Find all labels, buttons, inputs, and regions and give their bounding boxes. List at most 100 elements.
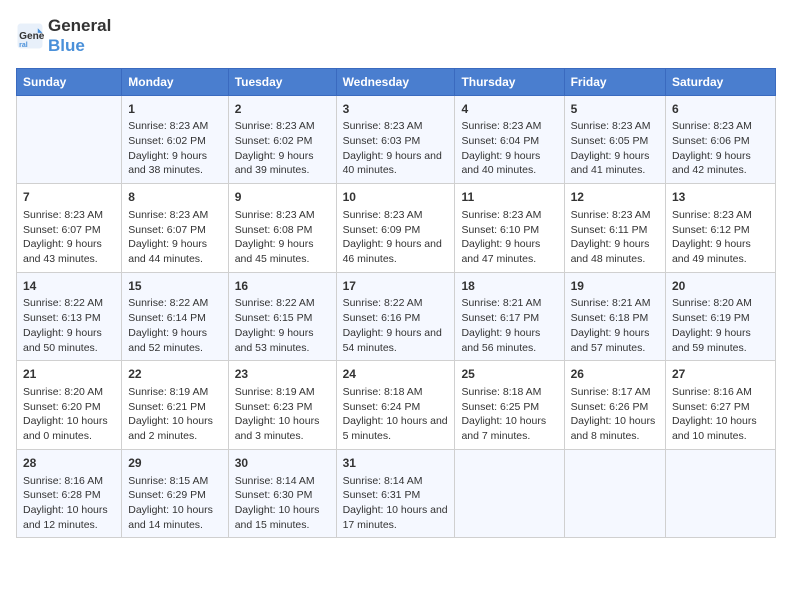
cell-info: Sunrise: 8:15 AMSunset: 6:29 PMDaylight:… [128, 474, 221, 533]
calendar-table: SundayMondayTuesdayWednesdayThursdayFrid… [16, 68, 776, 539]
calendar-cell: 15Sunrise: 8:22 AMSunset: 6:14 PMDayligh… [122, 272, 228, 361]
day-number: 11 [461, 189, 557, 206]
header-tuesday: Tuesday [228, 68, 336, 95]
cell-info: Sunrise: 8:23 AMSunset: 6:05 PMDaylight:… [571, 119, 659, 178]
calendar-week-row: 21 Sunrise: 8:20 AMSunset: 6:20 PMDayligh… [17, 361, 776, 450]
calendar-cell [665, 449, 775, 538]
cell-info: Sunrise: 8:14 AMSunset: 6:30 PMDaylight:… [235, 474, 330, 533]
day-number: 21 [23, 366, 115, 383]
calendar-week-row: 1Sunrise: 8:23 AMSunset: 6:02 PMDaylight… [17, 95, 776, 184]
cell-info: Sunrise: 8:16 AMSunset: 6:28 PMDaylight:… [23, 474, 115, 533]
svg-text:ral: ral [19, 42, 28, 49]
day-number: 25 [461, 366, 557, 383]
calendar-cell: 21 Sunrise: 8:20 AMSunset: 6:20 PMDayligh… [17, 361, 122, 450]
day-number: 22 [128, 366, 221, 383]
cell-info: Sunrise: 8:21 AMSunset: 6:18 PMDaylight:… [571, 296, 659, 355]
calendar-cell: 28 Sunrise: 8:16 AMSunset: 6:28 PMDayligh… [17, 449, 122, 538]
calendar-cell: 6Sunrise: 8:23 AMSunset: 6:06 PMDaylight… [665, 95, 775, 184]
calendar-cell: 17Sunrise: 8:22 AMSunset: 6:16 PMDayligh… [336, 272, 455, 361]
calendar-cell: 20Sunrise: 8:20 AMSunset: 6:19 PMDayligh… [665, 272, 775, 361]
cell-info: Sunrise: 8:23 AMSunset: 6:12 PMDaylight:… [672, 208, 769, 267]
day-number: 9 [235, 189, 330, 206]
day-number: 24 [343, 366, 449, 383]
calendar-cell: 31 Sunrise: 8:14 AMSunset: 6:31 PMDayligh… [336, 449, 455, 538]
cell-info: Sunrise: 8:23 AMSunset: 6:04 PMDaylight:… [461, 119, 557, 178]
cell-info: Sunrise: 8:19 AMSunset: 6:21 PMDaylight:… [128, 385, 221, 444]
calendar-week-row: 14Sunrise: 8:22 AMSunset: 6:13 PMDayligh… [17, 272, 776, 361]
calendar-cell: 26 Sunrise: 8:17 AMSunset: 6:26 PMDayligh… [564, 361, 665, 450]
day-number: 19 [571, 278, 659, 295]
day-number: 3 [343, 101, 449, 118]
cell-info: Sunrise: 8:22 AMSunset: 6:15 PMDaylight:… [235, 296, 330, 355]
logo-icon: Gene ral [16, 22, 44, 50]
cell-info: Sunrise: 8:23 AMSunset: 6:08 PMDaylight:… [235, 208, 330, 267]
day-number: 28 [23, 455, 115, 472]
day-number: 23 [235, 366, 330, 383]
day-number: 1 [128, 101, 221, 118]
day-number: 14 [23, 278, 115, 295]
calendar-cell: 14Sunrise: 8:22 AMSunset: 6:13 PMDayligh… [17, 272, 122, 361]
day-number: 10 [343, 189, 449, 206]
cell-info: Sunrise: 8:20 AMSunset: 6:20 PMDaylight:… [23, 385, 115, 444]
day-number: 27 [672, 366, 769, 383]
calendar-cell: 11 Sunrise: 8:23 AMSunset: 6:10 PMDayligh… [455, 184, 564, 273]
day-number: 2 [235, 101, 330, 118]
day-number: 7 [23, 189, 115, 206]
calendar-cell: 19Sunrise: 8:21 AMSunset: 6:18 PMDayligh… [564, 272, 665, 361]
cell-info: Sunrise: 8:23 AMSunset: 6:10 PMDaylight:… [461, 208, 557, 267]
day-number: 31 [343, 455, 449, 472]
cell-info: Sunrise: 8:23 AMSunset: 6:09 PMDaylight:… [343, 208, 449, 267]
calendar-cell [17, 95, 122, 184]
calendar-cell: 16Sunrise: 8:22 AMSunset: 6:15 PMDayligh… [228, 272, 336, 361]
day-number: 4 [461, 101, 557, 118]
day-number: 6 [672, 101, 769, 118]
calendar-week-row: 7 Sunrise: 8:23 AMSunset: 6:07 PMDaylight… [17, 184, 776, 273]
calendar-cell: 5Sunrise: 8:23 AMSunset: 6:05 PMDaylight… [564, 95, 665, 184]
calendar-cell: 1Sunrise: 8:23 AMSunset: 6:02 PMDaylight… [122, 95, 228, 184]
calendar-cell [564, 449, 665, 538]
day-number: 15 [128, 278, 221, 295]
calendar-cell: 29Sunrise: 8:15 AMSunset: 6:29 PMDayligh… [122, 449, 228, 538]
cell-info: Sunrise: 8:23 AMSunset: 6:03 PMDaylight:… [343, 119, 449, 178]
day-number: 5 [571, 101, 659, 118]
calendar-header-row: SundayMondayTuesdayWednesdayThursdayFrid… [17, 68, 776, 95]
header-friday: Friday [564, 68, 665, 95]
calendar-cell: 10 Sunrise: 8:23 AMSunset: 6:09 PMDayligh… [336, 184, 455, 273]
calendar-cell: 23 Sunrise: 8:19 AMSunset: 6:23 PMDayligh… [228, 361, 336, 450]
cell-info: Sunrise: 8:17 AMSunset: 6:26 PMDaylight:… [571, 385, 659, 444]
calendar-cell: 27 Sunrise: 8:16 AMSunset: 6:27 PMDayligh… [665, 361, 775, 450]
logo: Gene ral GeneralBlue [16, 16, 111, 56]
day-number: 13 [672, 189, 769, 206]
calendar-cell: 8 Sunrise: 8:23 AMSunset: 6:07 PMDaylight… [122, 184, 228, 273]
calendar-cell: 9 Sunrise: 8:23 AMSunset: 6:08 PMDaylight… [228, 184, 336, 273]
day-number: 12 [571, 189, 659, 206]
calendar-week-row: 28 Sunrise: 8:16 AMSunset: 6:28 PMDayligh… [17, 449, 776, 538]
cell-info: Sunrise: 8:23 AMSunset: 6:07 PMDaylight:… [128, 208, 221, 267]
calendar-cell: 3Sunrise: 8:23 AMSunset: 6:03 PMDaylight… [336, 95, 455, 184]
day-number: 26 [571, 366, 659, 383]
cell-info: Sunrise: 8:14 AMSunset: 6:31 PMDaylight:… [343, 474, 449, 533]
calendar-cell: 13 Sunrise: 8:23 AMSunset: 6:12 PMDayligh… [665, 184, 775, 273]
logo-text: GeneralBlue [48, 16, 111, 56]
cell-info: Sunrise: 8:22 AMSunset: 6:14 PMDaylight:… [128, 296, 221, 355]
day-number: 8 [128, 189, 221, 206]
calendar-cell [455, 449, 564, 538]
page-header: Gene ral GeneralBlue [16, 16, 776, 56]
cell-info: Sunrise: 8:23 AMSunset: 6:06 PMDaylight:… [672, 119, 769, 178]
cell-info: Sunrise: 8:16 AMSunset: 6:27 PMDaylight:… [672, 385, 769, 444]
cell-info: Sunrise: 8:19 AMSunset: 6:23 PMDaylight:… [235, 385, 330, 444]
cell-info: Sunrise: 8:21 AMSunset: 6:17 PMDaylight:… [461, 296, 557, 355]
cell-info: Sunrise: 8:22 AMSunset: 6:16 PMDaylight:… [343, 296, 449, 355]
cell-info: Sunrise: 8:23 AMSunset: 6:02 PMDaylight:… [128, 119, 221, 178]
day-number: 20 [672, 278, 769, 295]
cell-info: Sunrise: 8:22 AMSunset: 6:13 PMDaylight:… [23, 296, 115, 355]
header-saturday: Saturday [665, 68, 775, 95]
day-number: 16 [235, 278, 330, 295]
calendar-cell: 7Sunrise: 8:23 AMSunset: 6:07 PMDaylight… [17, 184, 122, 273]
header-thursday: Thursday [455, 68, 564, 95]
cell-info: Sunrise: 8:23 AMSunset: 6:11 PMDaylight:… [571, 208, 659, 267]
cell-info: Sunrise: 8:18 AMSunset: 6:25 PMDaylight:… [461, 385, 557, 444]
calendar-cell: 12 Sunrise: 8:23 AMSunset: 6:11 PMDayligh… [564, 184, 665, 273]
header-wednesday: Wednesday [336, 68, 455, 95]
calendar-cell: 22 Sunrise: 8:19 AMSunset: 6:21 PMDayligh… [122, 361, 228, 450]
